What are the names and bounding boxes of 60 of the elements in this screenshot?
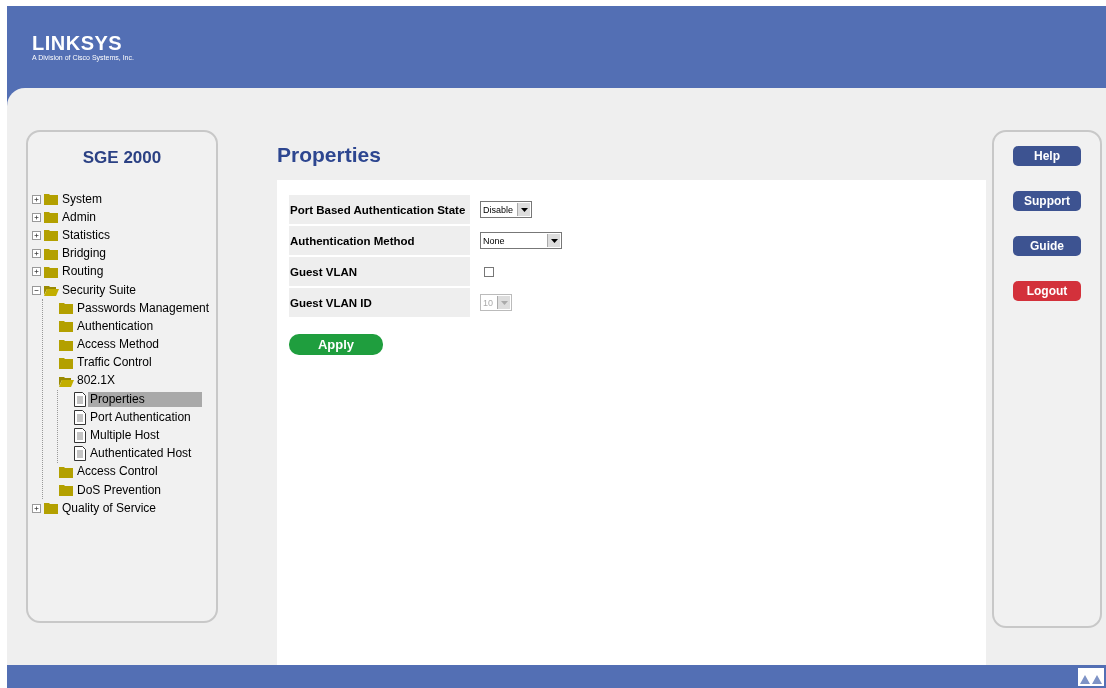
dropdown-arrow-icon	[500, 300, 508, 305]
folder-icon	[44, 502, 59, 515]
logout-button[interactable]: Logout	[1013, 281, 1081, 301]
tree-item[interactable]: System	[60, 191, 104, 207]
tree-item[interactable]: Security Suite	[60, 282, 139, 298]
document-icon	[74, 446, 86, 462]
tree-item[interactable]: Admin	[60, 209, 98, 225]
field-label: Guest VLAN ID	[289, 288, 470, 317]
checkbox[interactable]	[484, 266, 494, 277]
collapse-icon[interactable]	[32, 285, 41, 295]
folder-icon	[44, 247, 59, 260]
field-label: Guest VLAN	[289, 257, 470, 286]
expand-icon[interactable]	[32, 503, 41, 513]
page-title: Properties	[277, 143, 381, 167]
tree-item[interactable]: Passwords Management	[75, 300, 212, 316]
folder-icon	[44, 193, 59, 206]
expand-icon[interactable]	[32, 230, 41, 240]
dropdown-arrow-icon	[520, 207, 528, 212]
tree-item[interactable]: Multiple Host	[88, 428, 162, 444]
tree-item[interactable]: Authentication	[75, 318, 156, 334]
tree-item[interactable]: Properties	[88, 391, 202, 407]
tree-item[interactable]: Authenticated Host	[88, 446, 194, 462]
expand-icon[interactable]	[32, 267, 41, 277]
folder-icon	[44, 265, 59, 278]
side-button[interactable]: Support	[1013, 191, 1081, 211]
open-folder-icon	[44, 284, 59, 297]
folder-icon	[59, 356, 74, 369]
device-title: SGE 2000	[81, 148, 163, 168]
tree-item[interactable]: Quality of Service	[60, 500, 159, 516]
folder-icon	[59, 465, 74, 478]
dropdown-arrow-icon	[550, 238, 558, 243]
folder-icon	[59, 302, 74, 315]
tree-item[interactable]: Traffic Control	[75, 355, 154, 371]
tree-item[interactable]: DoS Prevention	[75, 482, 164, 498]
expand-icon[interactable]	[32, 212, 41, 222]
side-button[interactable]: Help	[1013, 146, 1081, 166]
tree-item[interactable]: Routing	[60, 264, 106, 280]
folder-icon	[59, 320, 74, 333]
folder-icon	[44, 229, 59, 242]
document-icon	[74, 409, 86, 425]
side-button[interactable]: Guide	[1013, 236, 1081, 256]
expand-icon[interactable]	[32, 249, 41, 259]
dropdown[interactable]: Disable	[480, 201, 532, 218]
field-label: Authentication Method	[289, 226, 470, 255]
tree-item[interactable]: Port Authentication	[88, 409, 193, 425]
folder-icon	[59, 484, 74, 497]
dropdown[interactable]: None	[480, 232, 562, 249]
tree-item[interactable]: Access Method	[75, 337, 162, 353]
document-icon	[74, 391, 86, 407]
folder-icon	[44, 211, 59, 224]
logo: LINKSYS	[32, 32, 123, 55]
tree-item[interactable]: Statistics	[60, 227, 112, 243]
tree-item[interactable]: Access Control	[75, 464, 160, 480]
tree-item[interactable]: Bridging	[60, 246, 109, 262]
document-icon	[74, 428, 86, 444]
bridge-logo-icon	[1078, 668, 1104, 686]
folder-icon	[59, 338, 74, 351]
field-label: Port Based Authentication State	[289, 195, 470, 224]
expand-icon[interactable]	[32, 194, 41, 204]
tree-item[interactable]: 802.1X	[75, 373, 118, 389]
